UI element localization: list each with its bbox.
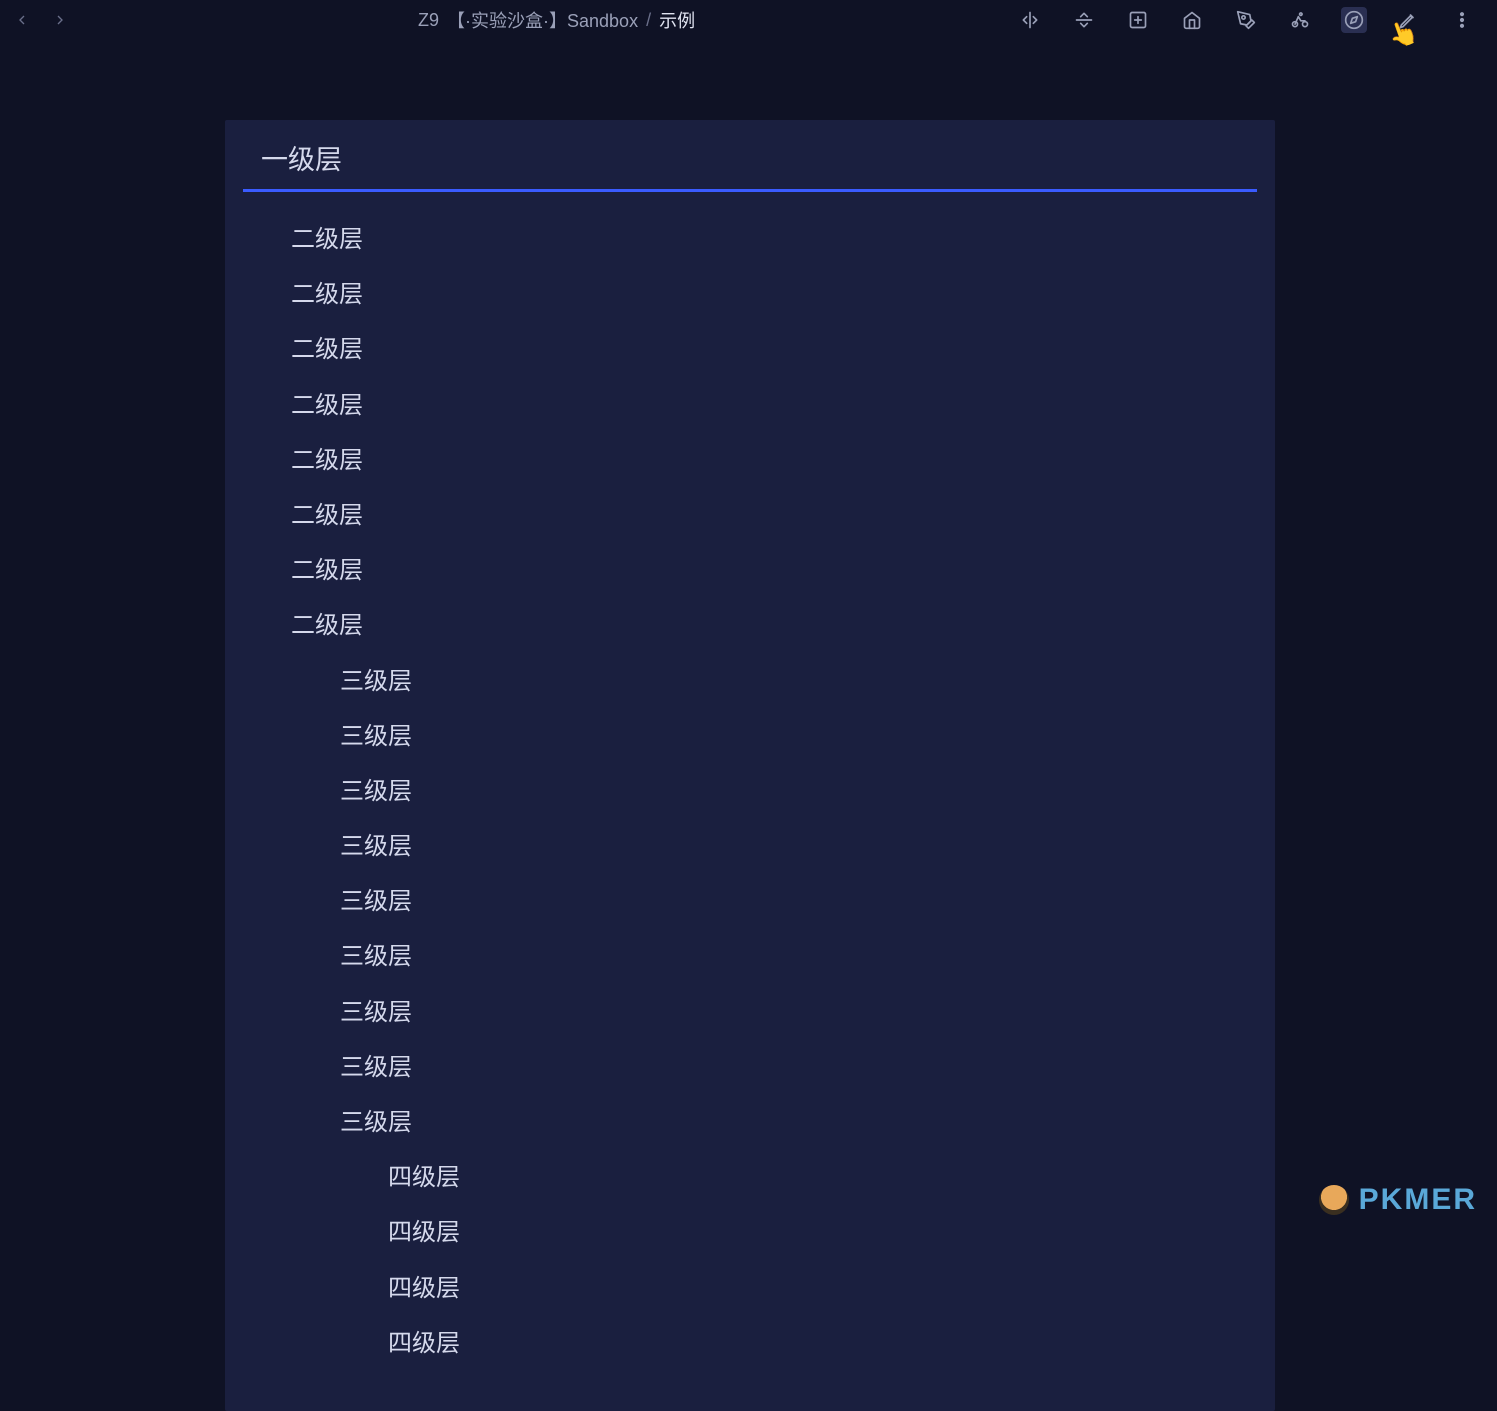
- content-area: 一级层 二级层二级层二级层二级层二级层二级层二级层二级层三级层三级层三级层三级层…: [0, 40, 1497, 1411]
- bike-icon: [1290, 10, 1310, 30]
- more-button[interactable]: [1449, 7, 1475, 33]
- outline-body: 二级层二级层二级层二级层二级层二级层二级层二级层三级层三级层三级层三级层三级层三…: [225, 212, 1275, 1371]
- split-vertical-button[interactable]: [1071, 7, 1097, 33]
- level3-item[interactable]: 三级层: [225, 709, 1275, 764]
- breadcrumb-folder: 【·实验沙盒·】Sandbox: [447, 7, 638, 33]
- level2-item[interactable]: 二级层: [225, 212, 1275, 267]
- watermark: PKMER: [1319, 1183, 1477, 1217]
- level3-item[interactable]: 三级层: [225, 929, 1275, 984]
- edit-icon: [1398, 10, 1418, 30]
- add-square-icon: [1128, 10, 1148, 30]
- breadcrumb-prefix: Z9: [418, 10, 439, 31]
- level3-item[interactable]: 三级层: [225, 1095, 1275, 1150]
- level3-item[interactable]: 三级层: [225, 764, 1275, 819]
- edit-button[interactable]: [1395, 7, 1421, 33]
- level3-item[interactable]: 三级层: [225, 654, 1275, 709]
- outline-card: 一级层 二级层二级层二级层二级层二级层二级层二级层二级层三级层三级层三级层三级层…: [225, 120, 1275, 1411]
- level3-item[interactable]: 三级层: [225, 819, 1275, 874]
- breadcrumb-current: 示例: [659, 7, 695, 33]
- breadcrumb[interactable]: Z9 【·实验沙盒·】Sandbox / 示例: [418, 7, 695, 33]
- home-icon: [1182, 10, 1202, 30]
- level2-item[interactable]: 二级层: [225, 543, 1275, 598]
- level2-item[interactable]: 二级层: [225, 598, 1275, 653]
- more-icon: [1452, 10, 1472, 30]
- nav-arrows: [12, 10, 70, 30]
- level3-item[interactable]: 三级层: [225, 985, 1275, 1040]
- pen-tool-button[interactable]: [1233, 7, 1259, 33]
- add-button[interactable]: [1125, 7, 1151, 33]
- toolbar: [1017, 7, 1485, 33]
- split-horizontal-button[interactable]: [1017, 7, 1043, 33]
- level2-item[interactable]: 二级层: [225, 378, 1275, 433]
- watermark-logo-icon: [1319, 1185, 1349, 1215]
- level2-item[interactable]: 二级层: [225, 322, 1275, 377]
- pen-icon: [1236, 10, 1256, 30]
- breadcrumb-sep: /: [646, 10, 651, 31]
- level3-item[interactable]: 三级层: [225, 874, 1275, 929]
- level2-item[interactable]: 二级层: [225, 488, 1275, 543]
- bike-button[interactable]: [1287, 7, 1313, 33]
- level4-item[interactable]: 四级层: [225, 1261, 1275, 1316]
- split-horizontal-icon: [1020, 10, 1040, 30]
- topbar: Z9 【·实验沙盒·】Sandbox / 示例: [0, 0, 1497, 40]
- back-arrow-icon: [14, 12, 30, 28]
- compass-icon: [1344, 10, 1364, 30]
- level4-item[interactable]: 四级层: [225, 1205, 1275, 1260]
- compass-button[interactable]: [1341, 7, 1367, 33]
- level2-item[interactable]: 二级层: [225, 267, 1275, 322]
- level4-item[interactable]: 四级层: [225, 1316, 1275, 1371]
- home-button[interactable]: [1179, 7, 1205, 33]
- split-vertical-icon: [1074, 10, 1094, 30]
- level2-item[interactable]: 二级层: [225, 433, 1275, 488]
- back-button[interactable]: [12, 10, 32, 30]
- forward-button[interactable]: [50, 10, 70, 30]
- level1-heading[interactable]: 一级层: [243, 138, 1257, 192]
- level4-item[interactable]: 四级层: [225, 1150, 1275, 1205]
- forward-arrow-icon: [52, 12, 68, 28]
- level3-item[interactable]: 三级层: [225, 1040, 1275, 1095]
- watermark-text: PKMER: [1359, 1183, 1477, 1217]
